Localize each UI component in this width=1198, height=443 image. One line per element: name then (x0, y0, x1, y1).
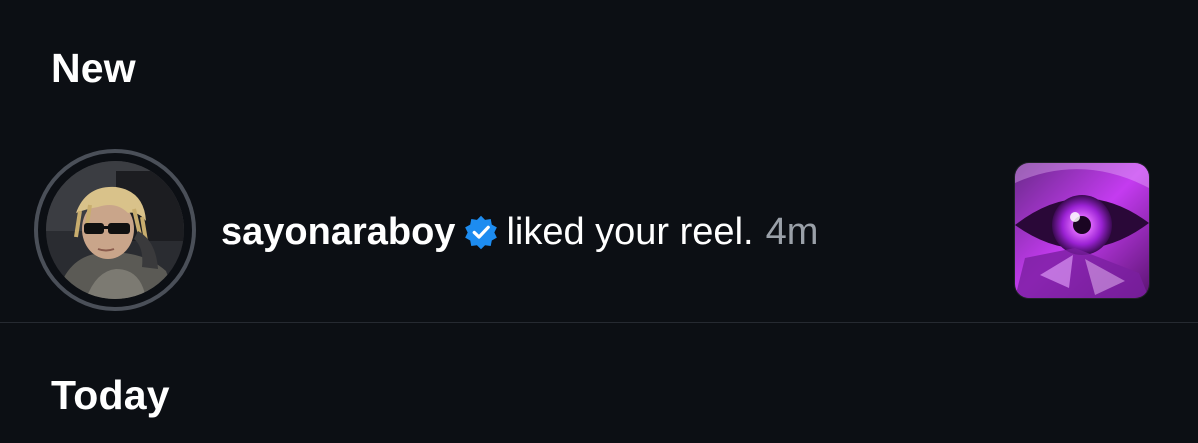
section-title-today: Today (51, 372, 170, 418)
notification-text: sayonaraboy liked your reel. 4m (221, 210, 818, 254)
user-avatar[interactable] (46, 161, 184, 299)
notification-row[interactable]: sayonaraboy liked your reel. 4m (0, 140, 1198, 322)
section-divider (0, 322, 1198, 323)
reel-thumbnail[interactable] (1015, 163, 1149, 298)
notification-action: liked your reel. (506, 211, 754, 253)
verified-badge-icon (463, 214, 499, 250)
notification-timestamp: 4m (765, 211, 819, 253)
avatar-story-ring[interactable] (34, 149, 196, 311)
section-title-new: New (51, 45, 136, 91)
username-link[interactable]: sayonaraboy (221, 210, 455, 254)
